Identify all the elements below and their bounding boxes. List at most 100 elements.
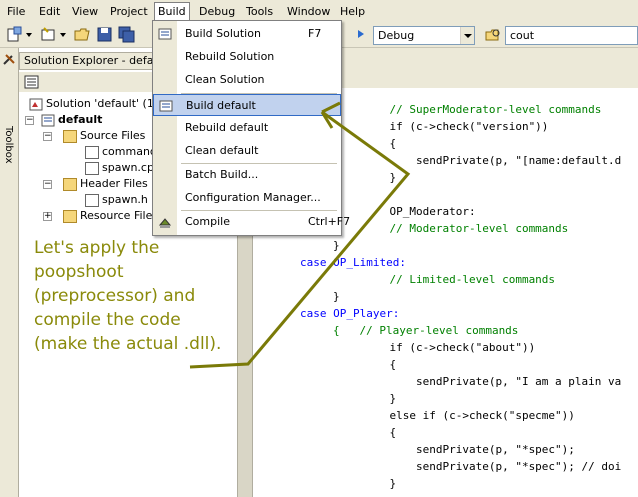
visual-studio-window: File Edit View Project Build Debug Tools… bbox=[0, 0, 638, 497]
menu-help[interactable]: Help bbox=[337, 3, 368, 20]
properties-icon[interactable] bbox=[24, 75, 39, 89]
menu-build[interactable]: Build bbox=[154, 2, 190, 22]
tree-node-spawn-h[interactable]: spawn.h bbox=[85, 192, 148, 208]
collapse-toggle[interactable]: − bbox=[43, 180, 52, 189]
code-line[interactable]: } bbox=[363, 390, 396, 407]
expand-toggle[interactable]: + bbox=[43, 212, 52, 221]
solution-configuration-combo[interactable]: Debug bbox=[373, 26, 475, 45]
menu-item-label: Build Solution bbox=[185, 27, 261, 40]
menu-item-shortcut: Ctrl+F7 bbox=[308, 215, 351, 228]
menu-item-rebuild-default[interactable]: Rebuild default bbox=[153, 117, 341, 139]
code-line[interactable]: else if (c->check("specme")) bbox=[363, 407, 574, 424]
menu-item-label: Batch Build... bbox=[185, 168, 259, 181]
save-all-icon[interactable] bbox=[118, 26, 135, 43]
build-project-icon bbox=[159, 100, 173, 112]
tree-node-project-default[interactable]: default bbox=[41, 112, 102, 128]
menu-tools[interactable]: Tools bbox=[243, 3, 276, 20]
menu-view[interactable]: View bbox=[69, 3, 101, 20]
code-line[interactable]: case OP_Player: bbox=[300, 305, 399, 322]
chevron-down-icon[interactable] bbox=[460, 27, 474, 44]
menu-item-label: Clean default bbox=[185, 144, 259, 157]
solution-config-icon bbox=[358, 30, 364, 38]
tree-node-resource-files[interactable]: Resource Files bbox=[63, 208, 158, 224]
code-line[interactable]: // Moderator-level commands bbox=[363, 220, 568, 237]
code-line[interactable]: if (c->check("version")) bbox=[363, 118, 548, 135]
code-line[interactable]: sendPrivate(p, "I am a plain va bbox=[363, 373, 621, 390]
menu-item-shortcut: F7 bbox=[308, 27, 322, 40]
code-line[interactable]: { bbox=[363, 424, 396, 441]
code-line[interactable]: // SuperModerator-level commands bbox=[363, 101, 601, 118]
folder-icon bbox=[63, 129, 77, 143]
toolbox-icon[interactable] bbox=[2, 52, 17, 67]
code-line[interactable]: } bbox=[333, 288, 340, 305]
menu-item-rebuild-solution[interactable]: Rebuild Solution bbox=[153, 46, 341, 68]
find-combo-value: cout bbox=[510, 29, 535, 42]
project-icon bbox=[41, 114, 55, 126]
code-line[interactable]: { bbox=[363, 135, 396, 152]
menu-debug[interactable]: Debug bbox=[196, 3, 238, 20]
tree-node-label: spawn.h bbox=[102, 193, 148, 206]
menu-item-build-default[interactable]: Build default bbox=[153, 94, 341, 116]
collapse-toggle[interactable]: − bbox=[25, 116, 34, 125]
toolbox-strip[interactable]: Toolbox bbox=[0, 48, 19, 497]
cpp-file-icon bbox=[85, 145, 99, 159]
code-line[interactable]: sendPrivate(p, "*spec"); bbox=[363, 441, 575, 458]
tree-node-label: Header Files bbox=[80, 177, 148, 190]
menu-item-label: Configuration Manager... bbox=[185, 191, 321, 204]
solution-icon bbox=[29, 98, 43, 110]
annotation-text: Let's apply the poopshoot (preprocessor)… bbox=[34, 238, 222, 354]
tree-node-label: default bbox=[58, 113, 103, 126]
add-item-icon[interactable] bbox=[40, 26, 57, 43]
folder-icon bbox=[63, 177, 77, 191]
toolbox-label[interactable]: Toolbox bbox=[3, 126, 14, 164]
cpp-file-icon bbox=[85, 161, 99, 175]
tree-node-source-files[interactable]: Source Files bbox=[63, 128, 145, 144]
code-line[interactable]: if (c->check("about")) bbox=[363, 339, 535, 356]
code-line[interactable]: sendPrivate(p, "*spec"); // doi bbox=[363, 458, 621, 475]
menu-item-compile[interactable]: Compile Ctrl+F7 bbox=[153, 211, 350, 233]
header-file-icon bbox=[85, 193, 99, 207]
solution-configuration-value: Debug bbox=[378, 29, 415, 42]
menu-item-clean-default[interactable]: Clean default bbox=[153, 140, 341, 162]
tree-node-header-files[interactable]: Header Files bbox=[63, 176, 148, 192]
tree-node-solution[interactable]: Solution 'default' (1 pr bbox=[29, 96, 169, 112]
dropdown-arrow-icon[interactable] bbox=[57, 26, 74, 43]
code-line[interactable]: sendPrivate(p, "[name:default.d bbox=[363, 152, 621, 169]
code-line[interactable]: } bbox=[333, 237, 340, 254]
compile-icon bbox=[158, 218, 172, 228]
tree-node-spawn-cpp[interactable]: spawn.cpp bbox=[85, 160, 161, 176]
menu-item-label: Compile bbox=[185, 215, 230, 228]
tree-node-label: Solution 'default' (1 pr bbox=[46, 97, 169, 110]
menu-item-label: Rebuild default bbox=[185, 121, 269, 134]
find-combo[interactable]: cout bbox=[505, 26, 638, 45]
collapse-toggle[interactable]: − bbox=[43, 132, 52, 141]
find-in-files-icon[interactable] bbox=[485, 26, 502, 43]
tree-node-label: Resource Files bbox=[80, 209, 159, 222]
code-line[interactable]: } bbox=[363, 169, 396, 186]
menu-window[interactable]: Window bbox=[284, 3, 333, 20]
build-solution-icon bbox=[158, 28, 172, 40]
code-line[interactable]: // Limited-level commands bbox=[363, 271, 555, 288]
code-line[interactable]: case OP_Limited: bbox=[300, 254, 406, 271]
open-folder-icon[interactable] bbox=[74, 26, 91, 43]
new-project-icon[interactable] bbox=[6, 26, 23, 43]
code-line[interactable]: { bbox=[363, 356, 396, 373]
code-line[interactable]: OP_Moderator: bbox=[363, 203, 475, 220]
menu-file[interactable]: File bbox=[4, 3, 28, 20]
tree-node-command-cpp[interactable]: command. bbox=[85, 144, 160, 160]
code-line[interactable]: { // Player-level commands bbox=[333, 322, 518, 339]
code-line[interactable]: } bbox=[363, 475, 396, 492]
build-menu-dropdown: Build Solution F7 Rebuild Solution Clean… bbox=[152, 20, 350, 236]
menu-item-label: Clean Solution bbox=[185, 73, 265, 86]
menu-item-label: Rebuild Solution bbox=[185, 50, 275, 63]
folder-icon bbox=[63, 209, 77, 223]
menu-item-configuration-manager[interactable]: Configuration Manager... bbox=[153, 187, 341, 209]
menu-item-batch-build[interactable]: Batch Build... bbox=[153, 164, 341, 186]
menu-project[interactable]: Project bbox=[107, 3, 151, 20]
menu-item-build-solution[interactable]: Build Solution F7 bbox=[153, 23, 341, 45]
menu-item-label: Build default bbox=[186, 99, 256, 112]
menu-item-clean-solution[interactable]: Clean Solution bbox=[153, 69, 341, 91]
save-icon[interactable] bbox=[96, 26, 113, 43]
dropdown-arrow-icon[interactable] bbox=[23, 26, 40, 43]
menu-edit[interactable]: Edit bbox=[36, 3, 63, 20]
